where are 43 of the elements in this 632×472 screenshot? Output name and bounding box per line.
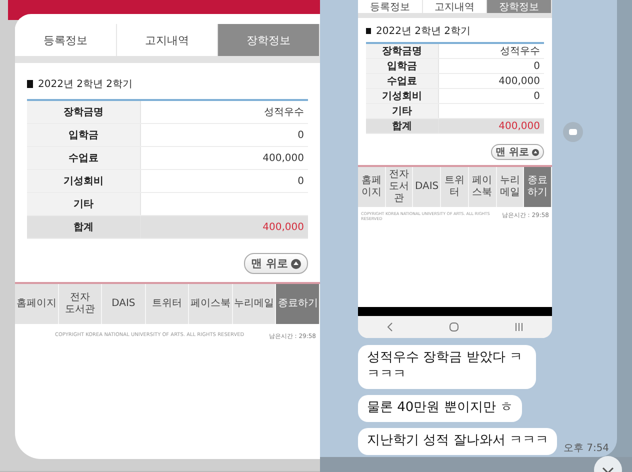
- bubble-icon: [569, 129, 577, 135]
- table-label-cell: 장학금명: [366, 44, 439, 58]
- back-to-top-button[interactable]: 맨 위로: [244, 253, 308, 274]
- section-title: 2022년 2학년 2학기: [38, 78, 133, 91]
- chat-message: 지난학기 성적 잘나와서 ㅋㅋㅋ: [358, 428, 558, 455]
- footer-menu-item[interactable]: 종료하기: [276, 284, 320, 324]
- table-label-cell: 기타: [27, 193, 141, 215]
- footer-menu-item[interactable]: 누리메일: [496, 167, 524, 207]
- table-label-cell: 수업료: [27, 147, 141, 169]
- chat-message: 물론 40만원 뿐이지만 ㅎ: [358, 394, 522, 422]
- message-time: 오후 7:54: [563, 442, 610, 455]
- table-label-cell: 합계: [27, 216, 141, 238]
- footer-menu-item[interactable]: DAIS: [413, 167, 442, 207]
- table-label-cell: 기성회비: [366, 89, 439, 103]
- table-label-cell: 합계: [366, 119, 439, 133]
- square-bullet-icon: [27, 80, 33, 88]
- chevron-down-icon: [601, 465, 615, 472]
- table-value-cell: 400,000: [439, 119, 544, 133]
- footer-menu-item[interactable]: 누리메일: [232, 284, 276, 324]
- chat-message: 성적우수 장학금 받았다 ㅋㅋㅋㅋ: [358, 345, 536, 389]
- footer-menu-item[interactable]: 전자 도서관: [58, 284, 102, 324]
- footer-menu-item[interactable]: 전자 도서관: [386, 167, 414, 207]
- footer-menu-item[interactable]: 종료하기: [524, 167, 552, 207]
- section-title: 2022년 2학년 2학기: [376, 25, 471, 38]
- back-icon: [386, 322, 394, 332]
- table-value-cell: 400,000: [141, 216, 308, 238]
- square-bullet-icon: [366, 28, 371, 34]
- footer-menu-item[interactable]: 페이스북: [189, 284, 233, 324]
- table-label-cell: 입학금: [27, 124, 141, 146]
- back-to-top-button[interactable]: 맨 위로: [490, 144, 544, 160]
- table-label-cell: 기타: [366, 104, 439, 118]
- footer-menu-item[interactable]: 트위터: [146, 284, 190, 324]
- tab[interactable]: 등록정보: [15, 24, 117, 56]
- table-label-cell: 입학금: [366, 59, 439, 73]
- table-label-cell: 수업료: [366, 74, 439, 88]
- recents-icon: [514, 322, 524, 332]
- tab[interactable]: 고지내역: [422, 0, 488, 13]
- footer-menu-item[interactable]: 홈페이지: [15, 284, 59, 324]
- home-icon: [448, 322, 459, 332]
- table-label-cell: 기성회비: [27, 170, 141, 192]
- tab[interactable]: 고지내역: [116, 24, 218, 56]
- table-label-cell: 장학금명: [27, 101, 141, 123]
- up-arrow-icon: [532, 148, 539, 156]
